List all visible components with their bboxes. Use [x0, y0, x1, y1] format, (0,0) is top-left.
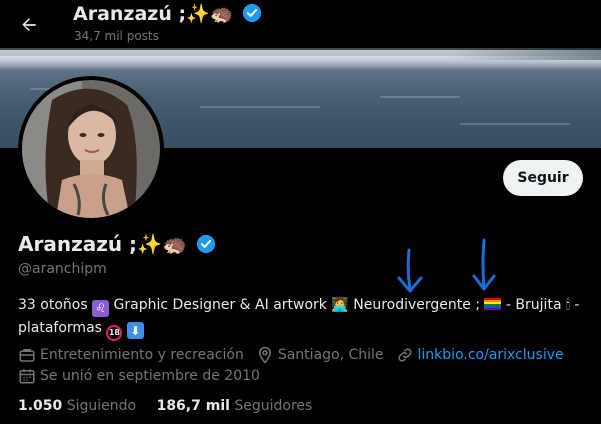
following-count: 1.050 — [18, 398, 63, 414]
followers-count: 186,7 mil — [156, 398, 230, 414]
bio-text: 33 otoños — [18, 297, 93, 313]
header-title-row: Aranzazú ;✨🦔 — [73, 2, 262, 25]
rainbow-flag-icon — [484, 298, 502, 310]
profile-meta-row: Entretenimiento y recreación Santiago, C… — [18, 346, 576, 364]
follow-button[interactable]: Seguir — [503, 160, 583, 196]
back-arrow-icon — [22, 18, 36, 31]
following-link[interactable]: 1.050 Siguiendo — [18, 398, 136, 414]
profile-joined-row: Se unió en septiembre de 2010 — [18, 367, 272, 385]
leo-icon: ♌ — [92, 299, 110, 317]
bio-text: Graphic Designer & AI artwork — [109, 297, 332, 313]
header-title: Aranzazú ;✨🦔 — [73, 3, 234, 25]
post-count: 34,7 mil posts — [74, 29, 159, 43]
followers-link[interactable]: 186,7 mil Seguidores — [157, 398, 313, 414]
profile-handle: @aranchipm — [18, 261, 107, 277]
profile-name: Aranzazú ;✨🦔 — [18, 232, 187, 256]
profile-link[interactable]: linkbio.co/arixclusive — [396, 346, 564, 364]
profile-bio: 33 otoños ♌ Graphic Designer & AI artwor… — [18, 294, 601, 341]
following-label: Siguiendo — [66, 398, 137, 414]
profile-name-row: Aranzazú ;✨🦔 — [18, 232, 216, 256]
verified-badge-icon[interactable] — [196, 234, 216, 254]
banner-wave — [380, 96, 460, 98]
joined-label: Se unió en septiembre de 2010 — [40, 368, 260, 384]
calendar-icon — [19, 369, 35, 384]
verified-badge-icon — [242, 3, 262, 23]
link-icon — [397, 348, 412, 362]
follow-stats: 1.050 Siguiendo 186,7 mil Seguidores — [18, 398, 328, 414]
briefcase-icon — [19, 349, 35, 362]
followers-label: Seguidores — [234, 398, 313, 414]
banner-wave — [460, 123, 570, 125]
profile-website-link[interactable]: linkbio.co/arixclusive — [418, 347, 564, 363]
technologist-emoji-icon: 🧑‍💻 — [331, 297, 349, 313]
down-arrow-icon: ⬇ — [126, 322, 144, 339]
category-label: Entretenimiento y recreación — [40, 347, 244, 363]
bio-text: Neurodivergente ; — [348, 297, 485, 313]
profile-location: Santiago, Chile — [256, 346, 384, 364]
profile-joined: Se unió en septiembre de 2010 — [18, 367, 260, 385]
avatar-photo — [22, 80, 160, 218]
profile-category: Entretenimiento y recreación — [18, 346, 244, 364]
location-pin-icon — [258, 346, 271, 364]
back-button[interactable] — [14, 10, 44, 40]
annotation-arrow-icon — [472, 238, 496, 291]
banner-wave — [200, 106, 320, 108]
location-label: Santiago, Chile — [277, 347, 384, 363]
top-bar: Aranzazú ;✨🦔 34,7 mil posts — [0, 0, 601, 50]
no-under-18-icon: 18 — [106, 324, 123, 341]
bio-text: - Brujita — [501, 297, 566, 313]
avatar[interactable] — [18, 76, 164, 222]
annotation-arrow-icon — [397, 248, 423, 293]
